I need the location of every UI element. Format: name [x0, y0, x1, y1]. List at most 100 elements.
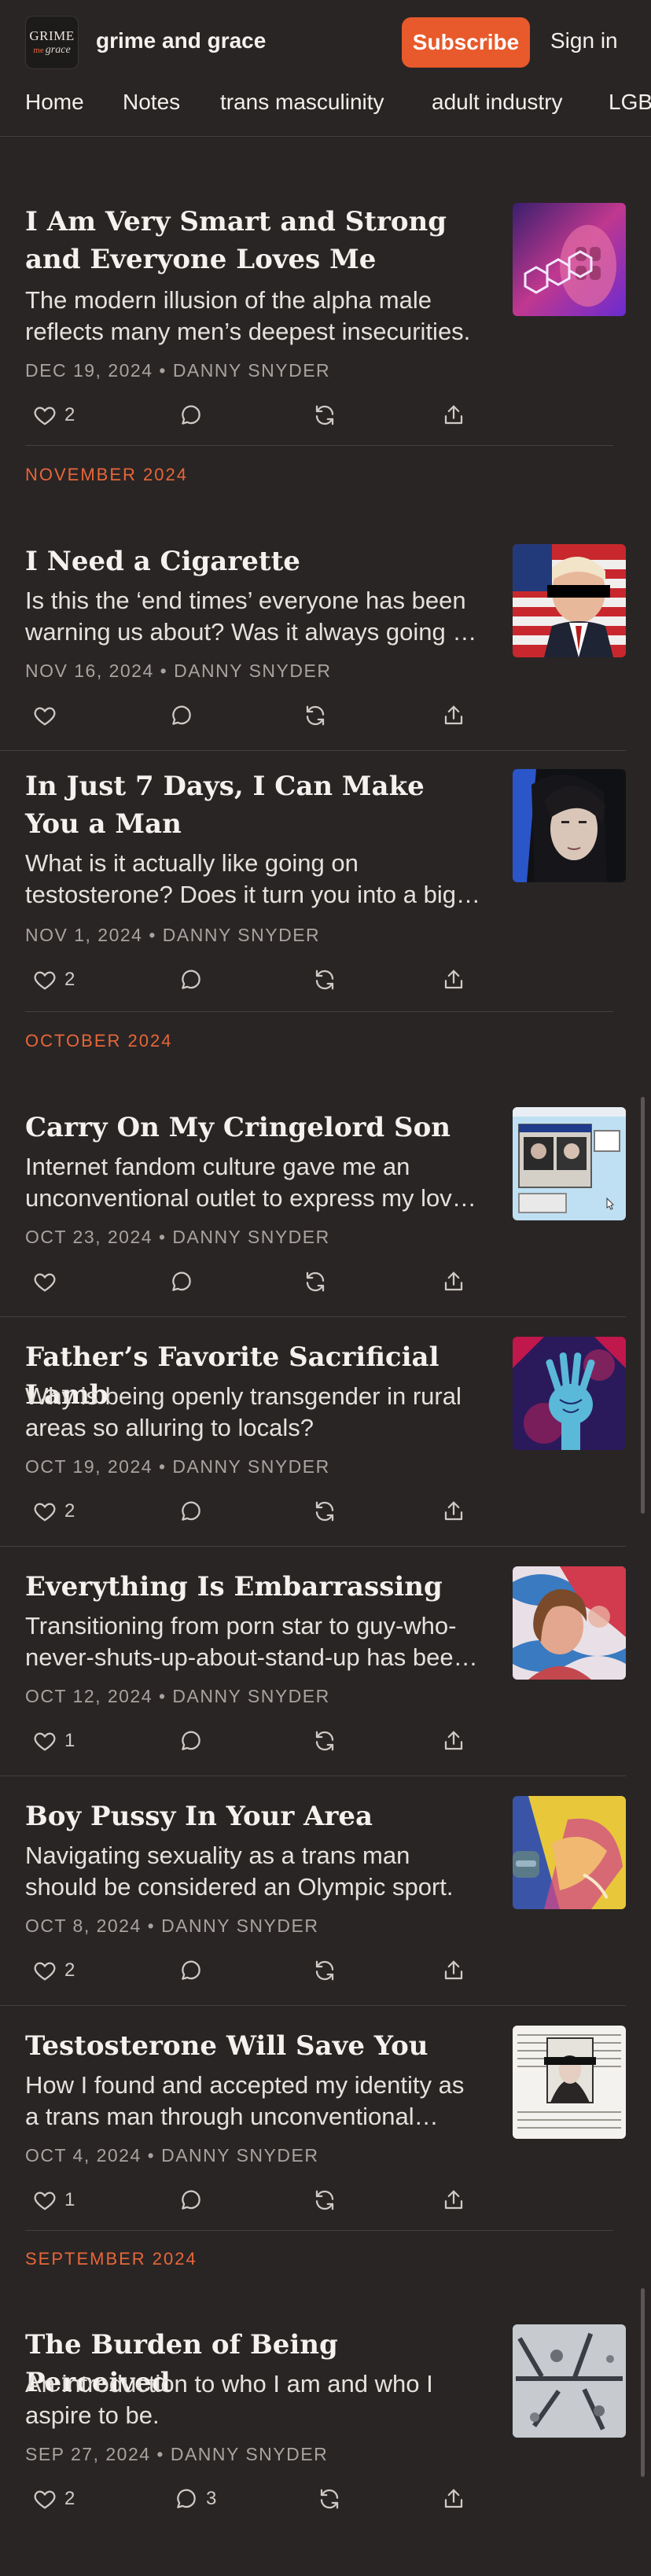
- restack-button[interactable]: [313, 1955, 337, 1986]
- month-heading: SEPTEMBER 2024: [25, 2249, 197, 2269]
- post-subtitle: Why is being openly transgender in rural…: [25, 1382, 462, 1441]
- post-thumbnail[interactable]: [513, 769, 626, 882]
- post-meta: OCT 8, 2024 • DANNY SNYDER: [25, 1915, 319, 1936]
- divider: [0, 2005, 626, 2006]
- comment-button[interactable]: [179, 964, 211, 995]
- comment-button[interactable]: 3: [175, 2483, 216, 2515]
- post-title[interactable]: Everything Is Embarrassing: [25, 1568, 481, 1606]
- post-thumbnail[interactable]: [513, 1107, 626, 1220]
- divider: [0, 1316, 626, 1317]
- heart-icon: [34, 1962, 56, 1981]
- restack-button[interactable]: [313, 1725, 337, 1757]
- site-name[interactable]: grime and grace: [96, 28, 266, 53]
- like-button[interactable]: 2: [33, 2483, 75, 2515]
- heart-icon: [34, 1273, 56, 1292]
- share-button[interactable]: [442, 700, 465, 731]
- nav-adult-industry[interactable]: adult industry: [432, 90, 563, 115]
- post-thumbnail[interactable]: [513, 1337, 626, 1450]
- nav-home[interactable]: Home: [25, 90, 84, 115]
- post-actions: 1: [0, 1725, 651, 1757]
- post-thumbnail[interactable]: [513, 2324, 626, 2438]
- like-button[interactable]: 2: [33, 1955, 75, 1986]
- divider: [25, 445, 613, 446]
- post-title[interactable]: Carry On My Cringelord Son: [25, 1109, 481, 1146]
- logo-text-bottom: me grace: [33, 45, 70, 56]
- heart-icon: [34, 707, 56, 726]
- post-actions: 1: [0, 2184, 651, 2216]
- nav-notes[interactable]: Notes: [123, 90, 180, 115]
- share-button[interactable]: [442, 2184, 465, 2216]
- share-button[interactable]: [442, 399, 465, 431]
- site-header: GRIME me grace grime and grace Subscribe …: [0, 0, 651, 85]
- comment-button[interactable]: [170, 1266, 201, 1297]
- comment-button[interactable]: [170, 700, 201, 731]
- share-button[interactable]: [442, 2483, 465, 2515]
- scrollbar-thumb[interactable]: [641, 1097, 645, 1514]
- comment-icon: [182, 2190, 200, 2210]
- post-title[interactable]: Boy Pussy In Your Area: [25, 1798, 481, 1835]
- post-thumbnail[interactable]: [513, 1566, 626, 1680]
- comment-icon: [182, 1960, 200, 1980]
- share-button[interactable]: [442, 1266, 465, 1297]
- restack-button[interactable]: [303, 1266, 327, 1297]
- like-button[interactable]: 2: [33, 1496, 75, 1527]
- heart-icon: [34, 2191, 56, 2210]
- like-button[interactable]: 2: [33, 399, 75, 431]
- like-button[interactable]: 2: [33, 964, 75, 995]
- post-meta: NOV 1, 2024 • DANNY SNYDER: [25, 925, 321, 945]
- restack-icon: [315, 2190, 334, 2210]
- restack-button[interactable]: [313, 2184, 337, 2216]
- like-count: 2: [64, 1500, 75, 1522]
- post-actions: 2: [0, 964, 651, 995]
- like-count: 1: [64, 2189, 75, 2210]
- post-actions: 2: [0, 1496, 651, 1527]
- like-button[interactable]: 1: [33, 2184, 75, 2216]
- divider: [0, 1546, 626, 1547]
- post-meta: DEC 19, 2024 • DANNY SNYDER: [25, 360, 331, 381]
- post-title[interactable]: I Need a Cigarette: [25, 543, 481, 580]
- nav-lgbt[interactable]: LGBT: [609, 90, 651, 115]
- post-title[interactable]: In Just 7 Days, I Can Make You a Man: [25, 767, 481, 843]
- share-icon: [444, 1271, 463, 1291]
- like-button[interactable]: 1: [33, 1725, 75, 1757]
- comment-icon: [172, 1271, 191, 1291]
- post-thumbnail[interactable]: [513, 2026, 626, 2139]
- heart-icon: [34, 1503, 56, 1522]
- post-subtitle: An introduction to who I am and who I as…: [25, 2370, 433, 2429]
- share-button[interactable]: [442, 1725, 465, 1757]
- restack-button[interactable]: [303, 700, 327, 731]
- post-actions: 2: [0, 1955, 651, 1986]
- divider: [25, 1011, 613, 1012]
- site-logo[interactable]: GRIME me grace: [25, 16, 79, 69]
- post-thumbnail[interactable]: [513, 203, 626, 316]
- share-button[interactable]: [442, 1955, 465, 1986]
- comment-button[interactable]: [179, 1725, 211, 1757]
- share-icon: [444, 1731, 463, 1750]
- like-button[interactable]: [33, 700, 64, 731]
- heart-icon: [34, 971, 56, 990]
- comment-button[interactable]: [179, 1955, 211, 1986]
- restack-icon: [315, 1731, 334, 1751]
- restack-button[interactable]: [313, 1496, 337, 1527]
- share-icon: [444, 970, 463, 989]
- comment-button[interactable]: [179, 399, 211, 431]
- comment-button[interactable]: [179, 1496, 211, 1527]
- restack-button[interactable]: [313, 399, 337, 431]
- sign-in-link[interactable]: Sign in: [550, 28, 618, 53]
- post-thumbnail[interactable]: [513, 1796, 626, 1909]
- restack-button[interactable]: [313, 964, 337, 995]
- heart-icon: [34, 2490, 56, 2509]
- restack-icon: [315, 970, 334, 990]
- post-subtitle: Transitioning from porn star to guy-who-…: [25, 1612, 467, 1671]
- scrollbar-thumb-lower[interactable]: [641, 2288, 645, 2477]
- like-button[interactable]: [33, 1266, 64, 1297]
- comment-button[interactable]: [179, 2184, 211, 2216]
- post-thumbnail[interactable]: [513, 544, 626, 657]
- share-button[interactable]: [442, 964, 465, 995]
- post-title[interactable]: I Am Very Smart and Strong and Everyone …: [25, 203, 481, 278]
- nav-trans-masculinity[interactable]: trans masculinity: [220, 90, 384, 115]
- share-button[interactable]: [442, 1496, 465, 1527]
- restack-button[interactable]: [318, 2483, 341, 2515]
- subscribe-button[interactable]: Subscribe: [402, 17, 530, 68]
- post-title[interactable]: Testosterone Will Save You: [25, 2027, 481, 2065]
